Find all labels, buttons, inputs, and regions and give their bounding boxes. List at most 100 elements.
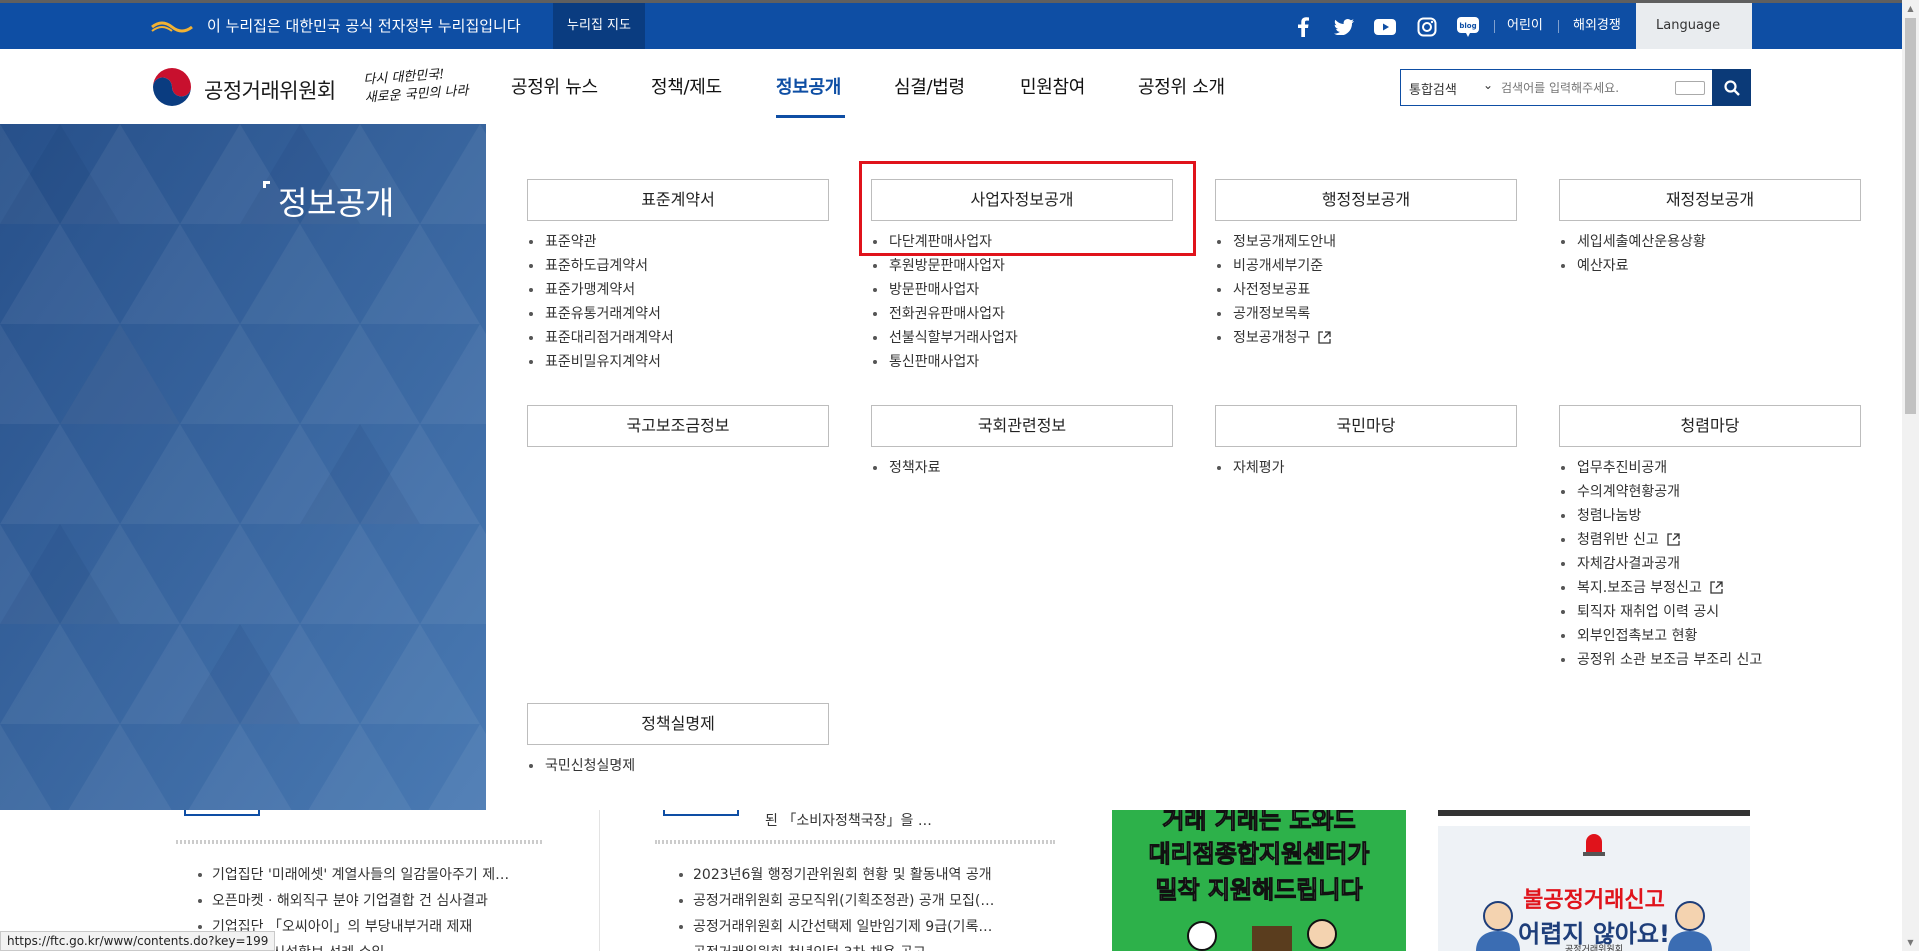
menu-item[interactable]: 표준가맹계약서 xyxy=(527,278,674,302)
menu-item[interactable]: 외부인접촉보고 현황 xyxy=(1559,624,1762,648)
overseas-link[interactable]: 해외경쟁 xyxy=(1573,3,1621,49)
menu-item-external[interactable]: 청렴위반 신고 xyxy=(1559,528,1762,552)
promo-banner-unfair-trade-report[interactable]: 불공정거래신고 어렵지 않아요! 공정거래위원회 xyxy=(1438,826,1750,951)
menu-item-external[interactable]: 정보공개청구 xyxy=(1215,326,1336,350)
menu-item[interactable]: 정책자료 xyxy=(871,456,941,480)
scrollbar-thumb[interactable] xyxy=(1905,18,1916,414)
menu-list-public-yard: 자체평가 xyxy=(1215,456,1285,480)
news-item[interactable]: 공정거래위원회 시간선택제 일반임기제 9급(기록… xyxy=(677,914,994,940)
search-icon xyxy=(1723,79,1740,96)
blog-icon[interactable]: blog xyxy=(1456,15,1480,39)
nav-policy[interactable]: 정책/제도 xyxy=(651,73,722,99)
dotted-divider xyxy=(655,840,1055,844)
menu-section-standard-contracts[interactable]: 표준계약서 xyxy=(527,179,829,221)
external-link-icon xyxy=(1710,581,1723,594)
browser-viewport: { "gov_bar": { "notice": "이 누리집은 대한민국 공식… xyxy=(0,0,1919,951)
menu-item[interactable]: 전화권유판매사업자 xyxy=(871,302,1018,326)
search-input[interactable] xyxy=(1501,76,1661,100)
menu-item[interactable]: 통신판매사업자 xyxy=(871,350,1018,374)
menu-item[interactable]: 정보공개제도안내 xyxy=(1215,230,1336,254)
menu-item[interactable]: 표준대리점거래계약서 xyxy=(527,326,674,350)
gov-notice-text: 이 누리집은 대한민국 공식 전자정부 누리집입니다 xyxy=(207,17,521,35)
browser-status-url: https://ftc.go.kr/www/contents.do?key=19… xyxy=(0,931,276,951)
menu-item[interactable]: 공개정보목록 xyxy=(1215,302,1336,326)
news-item[interactable]: 공정거래위원회 청년인턴 3차 채용 공고 xyxy=(677,940,994,951)
youtube-icon[interactable] xyxy=(1373,15,1397,39)
menu-item[interactable]: 퇴직자 재취업 이력 공시 xyxy=(1559,600,1762,624)
menu-item[interactable]: 공정위 소관 보조금 부조리 신고 xyxy=(1559,648,1762,672)
menu-section-finance-info[interactable]: 재정정보공개 xyxy=(1559,179,1861,221)
virtual-keyboard-icon[interactable] xyxy=(1675,81,1705,95)
gov-emblem-icon xyxy=(151,21,193,33)
menu-item[interactable]: 방문판매사업자 xyxy=(871,278,1018,302)
scroll-down-arrow-icon[interactable]: ▼ xyxy=(1906,938,1915,947)
menu-item[interactable]: 자체평가 xyxy=(1215,456,1285,480)
news-thumb xyxy=(663,810,739,816)
active-nav-indicator xyxy=(776,115,845,118)
news-item[interactable]: 2023년6월 행정기관위원회 현황 및 활동내역 공개 xyxy=(677,862,994,888)
menu-item-label: 정보공개청구 xyxy=(1233,330,1311,346)
title-corner-mark xyxy=(263,181,270,188)
site-header: 공정거래위원회 다시 대한민국! 새로운 국민의 나라 공정위 뉴스 정책/제도… xyxy=(0,49,1919,124)
menu-item[interactable]: 표준약관 xyxy=(527,230,674,254)
menu-item[interactable]: 사전정보공표 xyxy=(1215,278,1336,302)
news-item[interactable]: 공정거래위원회 공모직위(기획조정관) 공개 모집(… xyxy=(677,888,994,914)
top-divider xyxy=(1558,20,1559,33)
promo-illustration xyxy=(1187,919,1337,951)
menu-item[interactable]: 비공개세부기준 xyxy=(1215,254,1336,278)
nav-about[interactable]: 공정위 소개 xyxy=(1138,73,1225,99)
menu-item-external[interactable]: 복지.보조금 부정신고 xyxy=(1559,576,1762,600)
menu-item[interactable]: 업무추진비공개 xyxy=(1559,456,1762,480)
language-button[interactable]: Language xyxy=(1636,3,1752,49)
nav-decisions-law[interactable]: 심결/법령 xyxy=(894,73,965,99)
search-box: 통합검색 ⌄ xyxy=(1400,69,1713,106)
external-link-icon xyxy=(1318,331,1331,344)
menu-item[interactable]: 표준비밀유지계약서 xyxy=(527,350,674,374)
menu-list-assembly-info: 정책자료 xyxy=(871,456,941,480)
chevron-down-icon[interactable]: ⌄ xyxy=(1483,78,1493,92)
kids-link[interactable]: 어린이 xyxy=(1507,3,1543,49)
menu-item[interactable]: 청렴나눔방 xyxy=(1559,504,1762,528)
menu-item[interactable]: 후원방문판매사업자 xyxy=(871,254,1018,278)
ftc-logo-icon[interactable] xyxy=(150,65,194,109)
news-thumb xyxy=(184,810,260,816)
instagram-icon[interactable] xyxy=(1415,15,1439,39)
menu-item[interactable]: 국민신청실명제 xyxy=(527,754,635,778)
news-caption[interactable]: 된 「소비자정책국장」을 … xyxy=(765,810,932,830)
nav-info-disclosure[interactable]: 정보공개 xyxy=(776,73,841,99)
menu-item[interactable]: 세입세출예산운용상황 xyxy=(1559,230,1706,254)
menu-section-assembly-info[interactable]: 국회관련정보 xyxy=(871,405,1173,447)
menu-item-label: 청렴위반 신고 xyxy=(1577,532,1659,548)
menu-section-admin-info[interactable]: 행정정보공개 xyxy=(1215,179,1517,221)
promo-line: 밀착 지원해드립니다 xyxy=(1155,876,1363,905)
menu-section-policy-realname[interactable]: 정책실명제 xyxy=(527,703,829,745)
twitter-icon[interactable] xyxy=(1332,15,1356,39)
menu-item[interactable]: 수의계약현황공개 xyxy=(1559,480,1762,504)
dotted-divider xyxy=(176,840,542,844)
menu-item[interactable]: 표준유통거래계약서 xyxy=(527,302,674,326)
sitemap-button[interactable]: 누리집 지도 xyxy=(553,3,645,49)
search-scope-select[interactable]: 통합검색 xyxy=(1409,79,1457,98)
nav-civil-participation[interactable]: 민원참여 xyxy=(1020,73,1085,99)
facebook-icon[interactable] xyxy=(1291,15,1315,39)
menu-item[interactable]: 표준하도급계약서 xyxy=(527,254,674,278)
menu-item[interactable]: 자체감사결과공개 xyxy=(1559,552,1762,576)
menu-section-integrity[interactable]: 청렴마당 xyxy=(1559,405,1861,447)
menu-section-subsidy-info[interactable]: 국고보조금정보 xyxy=(527,405,829,447)
menu-item[interactable]: 선불식할부거래사업자 xyxy=(871,326,1018,350)
news-list-middle: 2023년6월 행정기관위원회 현황 및 활동내역 공개 공정거래위원회 공모직… xyxy=(677,862,994,951)
promo-org-label: 공정거래위원회 xyxy=(1565,945,1623,951)
search-button[interactable] xyxy=(1712,69,1751,106)
menu-section-public-yard[interactable]: 국민마당 xyxy=(1215,405,1517,447)
scroll-up-arrow-icon[interactable]: ▲ xyxy=(1906,4,1915,13)
news-item[interactable]: 오픈마켓 · 해외직구 분야 기업결합 건 심사결과 xyxy=(196,888,509,914)
nav-news[interactable]: 공정위 뉴스 xyxy=(511,73,598,99)
menu-item-label: 복지.보조금 부정신고 xyxy=(1577,580,1702,596)
highlight-annotation-box xyxy=(859,161,1196,256)
promo-banner-agency-center[interactable]: 거래 거래는 도와드 대리점종합지원센터가 밀착 지원해드립니다 xyxy=(1112,810,1406,951)
news-item[interactable]: 기업집단 '미래에셋' 계열사들의 일감몰아주기 제… xyxy=(196,862,509,888)
page-title: 정보공개 xyxy=(278,184,394,222)
menu-item[interactable]: 예산자료 xyxy=(1559,254,1706,278)
site-logo-text[interactable]: 공정거래위원회 xyxy=(204,75,336,105)
menu-list-policy-realname: 국민신청실명제 xyxy=(527,754,635,778)
